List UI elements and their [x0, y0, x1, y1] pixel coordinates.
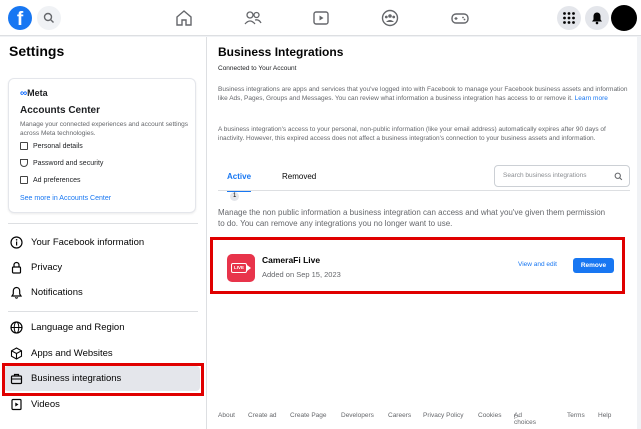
lock-icon [9, 261, 23, 275]
home-icon[interactable] [174, 8, 194, 28]
page-subtitle: Connected to Your Account [218, 65, 297, 72]
see-more-accounts-center-link[interactable]: See more in Accounts Center [20, 195, 111, 202]
sidebar-item-privacy[interactable]: Privacy [4, 255, 200, 280]
footer-link-careers[interactable]: Careers [388, 412, 411, 419]
footer-link-create-page[interactable]: Create Page [290, 412, 327, 419]
monitor-icon [20, 176, 28, 184]
meta-logo: ∞Meta [20, 88, 48, 99]
tab-removed[interactable]: Removed [282, 168, 316, 192]
sidebar-item-your-facebook-information[interactable]: Your Facebook information [4, 230, 200, 255]
active-count-badge: 1 [230, 192, 240, 201]
page-scrollbar[interactable] [637, 37, 641, 429]
bell-icon [9, 286, 23, 300]
search-business-integrations-input[interactable]: Search business integrations [494, 165, 630, 187]
footer-link-terms[interactable]: Terms [567, 412, 585, 419]
shield-icon [20, 159, 28, 167]
settings-title: Settings [9, 43, 65, 59]
footer-link-developers[interactable]: Developers [341, 412, 374, 419]
facebook-logo[interactable]: f [8, 6, 32, 30]
cube-icon [9, 347, 23, 361]
accounts-center-title: Accounts Center [20, 105, 101, 116]
manage-description: Manage the non public information a busi… [218, 208, 606, 228]
menu-button[interactable] [557, 6, 581, 30]
learn-more-link[interactable]: Learn more [575, 95, 608, 102]
personal-details-item[interactable]: Personal details [20, 142, 83, 150]
footer-link-help[interactable]: Help [598, 412, 611, 419]
business-integrations-panel: Business Integrations Connected to Your … [207, 37, 641, 429]
menu-grid-icon [563, 12, 575, 24]
search-icon [614, 172, 623, 181]
tabs-divider [218, 190, 630, 191]
search-button[interactable] [37, 6, 61, 30]
id-card-icon [20, 142, 28, 150]
video-icon [9, 398, 23, 412]
ad-choices-icon: ▷ [514, 413, 519, 420]
highlight-annotation-sidebar [2, 363, 204, 396]
notifications-button[interactable] [585, 6, 609, 30]
sidebar-item-notifications[interactable]: Notifications [4, 280, 200, 305]
page-title: Business Integrations [218, 45, 344, 59]
divider [8, 223, 198, 224]
groups-icon[interactable] [380, 8, 400, 28]
notifications-bell-icon [592, 12, 602, 25]
highlight-annotation-integration [210, 237, 625, 294]
footer-link-about[interactable]: About [218, 412, 235, 419]
divider [8, 311, 198, 312]
gaming-icon[interactable] [450, 8, 470, 28]
friends-icon[interactable] [243, 8, 263, 28]
tab-active[interactable]: Active1 [227, 168, 252, 201]
globe-icon [9, 321, 23, 335]
footer-link-cookies[interactable]: Cookies [478, 412, 501, 419]
footer-link-privacy-policy[interactable]: Privacy Policy [423, 412, 463, 419]
search-icon [43, 12, 54, 23]
intro-paragraph: Business integrations are apps and servi… [218, 86, 628, 102]
footer-link-create-ad[interactable]: Create ad [248, 412, 277, 419]
account-avatar[interactable] [611, 5, 637, 31]
top-navigation-bar: f [0, 0, 641, 36]
accounts-center-description: Manage your connected experiences and ac… [20, 121, 189, 137]
ad-preferences-item[interactable]: Ad preferences [20, 176, 80, 184]
watch-icon[interactable] [311, 8, 331, 28]
password-security-item[interactable]: Password and security [20, 159, 103, 167]
footer-links: About Create ad Create Page Developers C… [218, 412, 612, 426]
expiry-paragraph: A business integration's access to your … [218, 126, 606, 142]
sidebar-item-language-and-region[interactable]: Language and Region [4, 315, 200, 340]
info-icon [9, 236, 23, 250]
accounts-center-card[interactable]: ∞Meta Accounts Center Manage your connec… [8, 78, 196, 213]
